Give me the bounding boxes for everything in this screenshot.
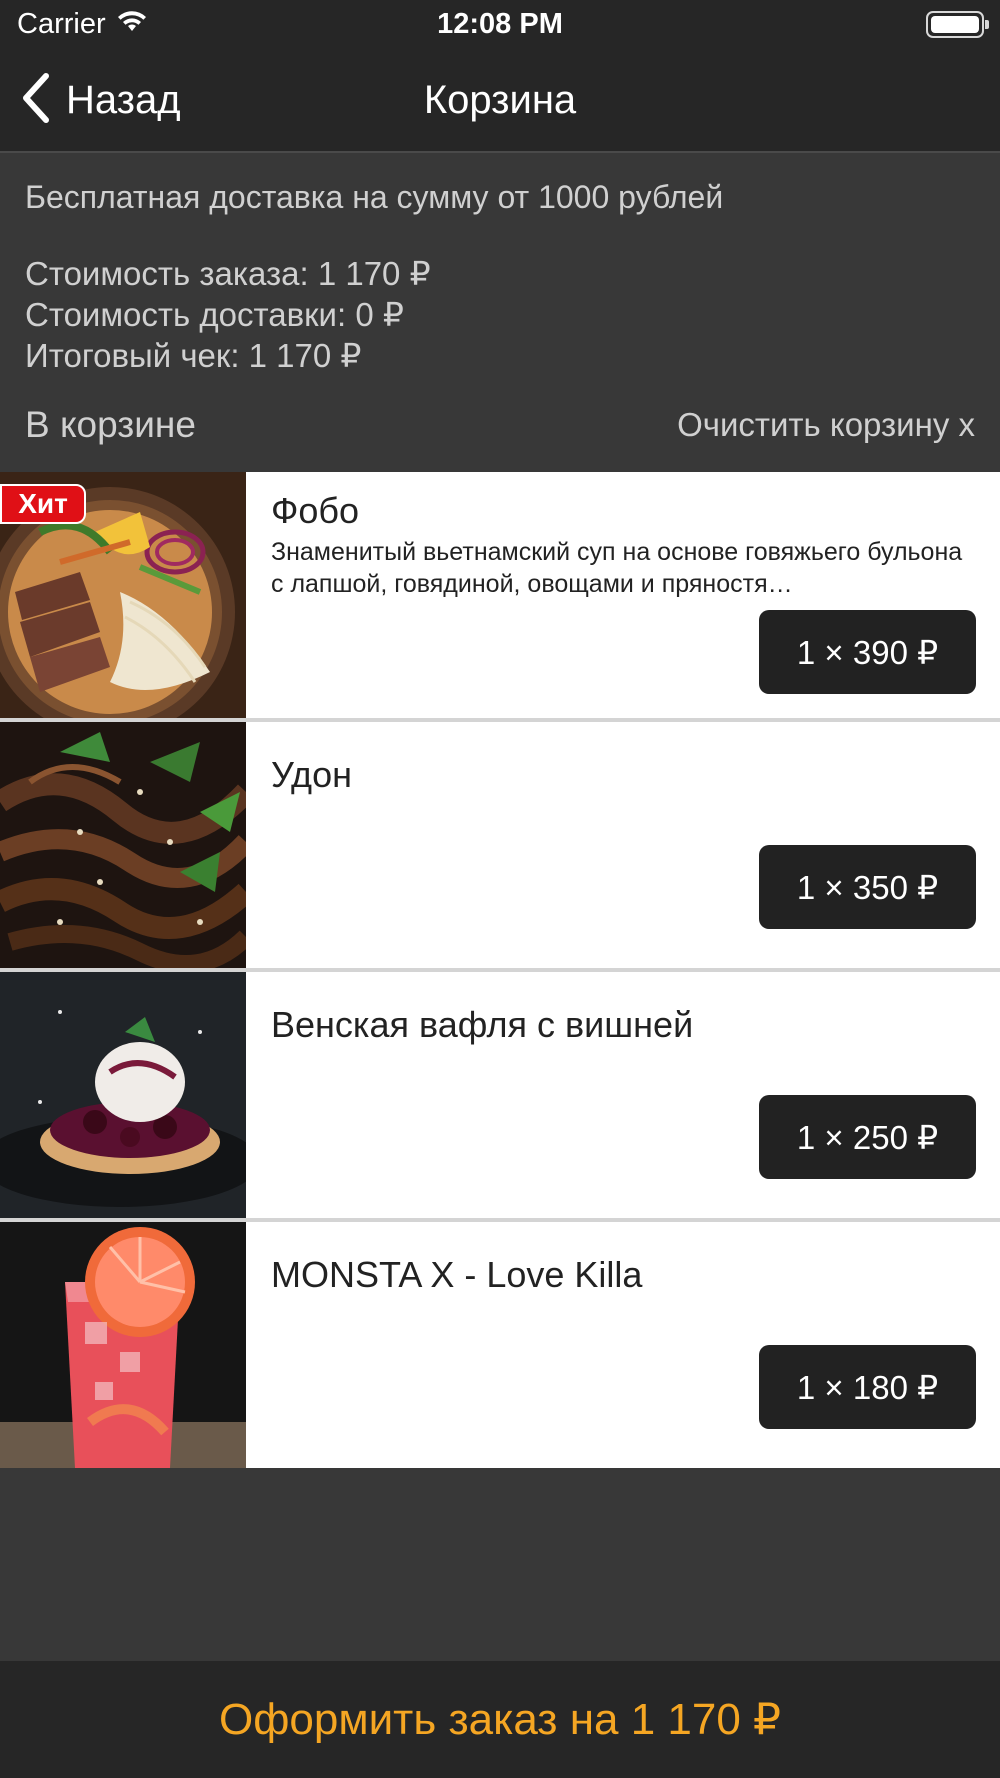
item-name: MONSTA X - Love Killa [271, 1254, 643, 1295]
checkout-button[interactable]: Оформить заказ на 1 170 ₽ [0, 1661, 1000, 1778]
cart-item-waffle[interactable]: Венская вафля с вишней 1 × 250 ₽ [0, 972, 1000, 1218]
order-cost: Стоимость заказа: 1 170 ₽ [25, 255, 431, 292]
item-quantity-price-button[interactable]: 1 × 390 ₽ [759, 610, 976, 694]
delivery-cost: Стоимость доставки: 0 ₽ [25, 296, 404, 333]
status-time: 12:08 PM [437, 8, 563, 40]
udon-noodles-photo [0, 722, 246, 968]
item-name: Венская вафля с вишней [271, 1004, 694, 1045]
hit-badge: Хит [0, 484, 86, 524]
item-quantity-price-button[interactable]: 1 × 180 ₽ [759, 1345, 976, 1429]
cart-item-drink[interactable]: MONSTA X - Love Killa 1 × 180 ₽ [0, 1222, 1000, 1468]
item-quantity-price-button[interactable]: 1 × 250 ₽ [759, 1095, 976, 1179]
clear-cart-button[interactable]: Очистить корзину x [677, 406, 975, 444]
free-delivery-note: Бесплатная доставка на сумму от 1000 руб… [25, 179, 724, 215]
total-cost: Итоговый чек: 1 170 ₽ [25, 337, 362, 374]
nav-bar: Назад Корзина [0, 50, 1000, 153]
cart-item-pho[interactable]: Хит Фобо Знаменитый вьетнамский суп на о… [0, 472, 1000, 718]
cart-item-udon[interactable]: Удон 1 × 350 ₽ [0, 722, 1000, 968]
grapefruit-drink-photo [0, 1222, 246, 1468]
page-title: Корзина [423, 78, 577, 122]
item-quantity-price-button[interactable]: 1 × 350 ₽ [759, 845, 976, 929]
checkout-label: Оформить заказ на 1 170 ₽ [218, 1695, 782, 1744]
battery-icon [926, 11, 989, 38]
item-description: Знаменитый вьетнамский суп на основе гов… [271, 538, 963, 598]
in-cart-heading: В корзине [25, 404, 196, 445]
totals-block: Стоимость заказа: 1 170 ₽ Стоимость дост… [25, 253, 431, 376]
item-name: Фобо [271, 490, 360, 531]
status-bar: Carrier 12:08 PM [0, 0, 1000, 50]
item-name: Удон [271, 754, 352, 795]
waffle-cherry-photo [0, 972, 246, 1218]
cart-summary: Бесплатная доставка на сумму от 1000 руб… [0, 155, 1000, 472]
